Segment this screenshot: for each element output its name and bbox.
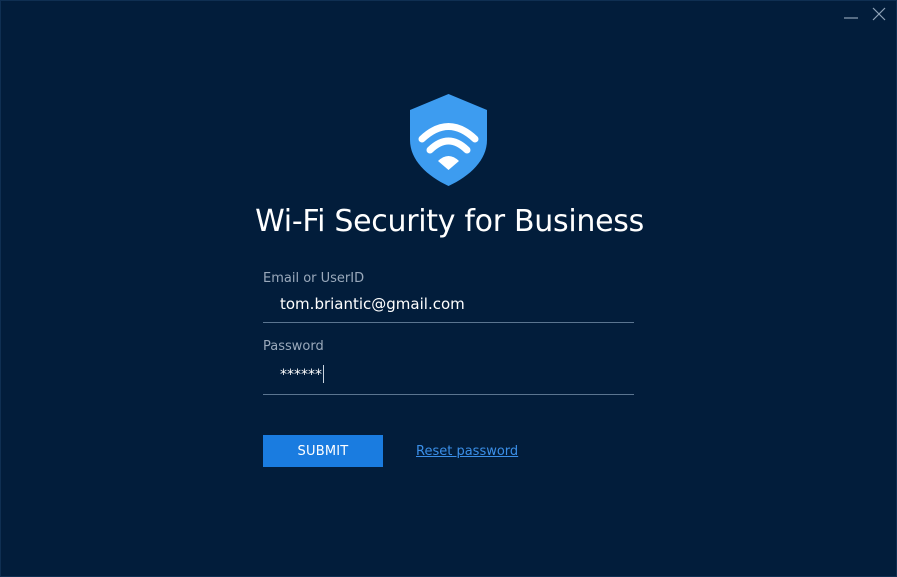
close-icon [872, 7, 886, 21]
email-field[interactable]: tom.briantic@gmail.com [263, 295, 634, 323]
email-value: tom.briantic@gmail.com [280, 295, 465, 313]
app-window: Wi-Fi Security for Business Email or Use… [0, 0, 897, 577]
text-caret [323, 365, 324, 383]
password-value: ****** [280, 367, 322, 383]
window-controls [840, 4, 890, 24]
reset-password-link[interactable]: Reset password [416, 444, 518, 459]
shield-wifi-icon [410, 94, 487, 186]
close-button[interactable] [868, 4, 890, 24]
password-field[interactable]: ****** [263, 365, 634, 395]
submit-button[interactable]: SUBMIT [263, 435, 383, 467]
app-title: Wi-Fi Security for Business [255, 204, 644, 239]
minimize-button[interactable] [840, 4, 862, 24]
minimize-icon [844, 17, 858, 19]
password-label: Password [263, 339, 324, 354]
email-label: Email or UserID [263, 271, 365, 286]
